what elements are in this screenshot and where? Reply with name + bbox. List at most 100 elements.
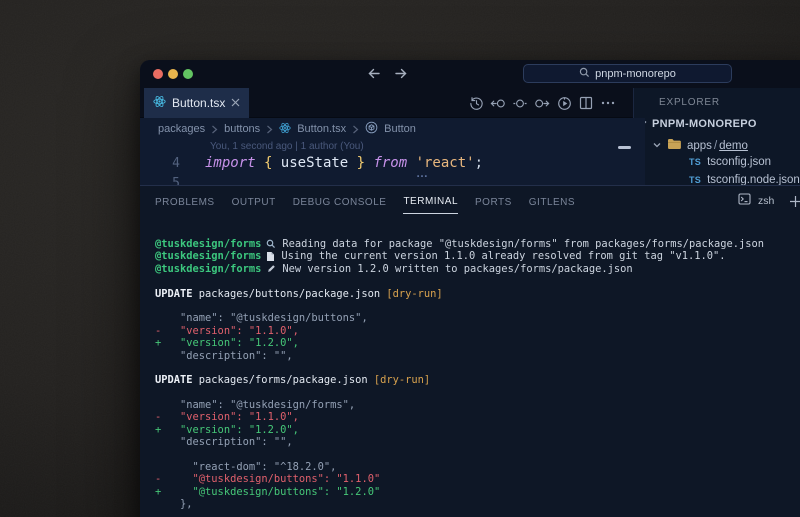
terminal-shell-icon bbox=[738, 192, 751, 210]
previous-change-icon[interactable] bbox=[490, 95, 506, 111]
more-actions-icon[interactable] bbox=[600, 95, 616, 111]
diff-line: "react-dom": "^18.2.0", bbox=[155, 461, 800, 473]
terminal-controls: zsh bbox=[738, 186, 800, 216]
tab-button-tsx[interactable]: Button.tsx bbox=[144, 88, 249, 118]
breadcrumb-file[interactable]: Button.tsx bbox=[297, 123, 346, 135]
compare-ring-icon[interactable] bbox=[512, 95, 528, 111]
line-number: 4 bbox=[140, 156, 188, 171]
shell-name[interactable]: zsh bbox=[758, 195, 774, 207]
diff-line: "description": "", bbox=[155, 350, 800, 362]
zoom-window-button[interactable] bbox=[183, 69, 193, 79]
tab-debug-console[interactable]: DEBUG CONSOLE bbox=[293, 189, 387, 214]
split-editor-icon[interactable] bbox=[578, 95, 594, 111]
log-message: Reading data for package "@tuskdesign/fo… bbox=[282, 238, 764, 250]
diff-line: "name": "@tuskdesign/buttons", bbox=[155, 312, 800, 324]
update-path: packages/buttons/package.json bbox=[199, 288, 380, 300]
close-icon[interactable] bbox=[231, 96, 240, 110]
typescript-icon: TS bbox=[689, 157, 701, 167]
update-heading: UPDATE packages/buttons/package.json [dr… bbox=[155, 288, 800, 300]
root-folder-label: PNPM-MONOREPO bbox=[652, 118, 757, 130]
diff-line: "name": "@tuskdesign/forms", bbox=[155, 399, 800, 411]
title-bar: pnpm-monorepo bbox=[140, 60, 800, 88]
file-label: tsconfig.node.json bbox=[707, 174, 800, 185]
tab-problems[interactable]: PROBLEMS bbox=[155, 189, 215, 214]
code-editor[interactable]: You, 1 second ago | 1 author (You) 4 imp… bbox=[140, 140, 645, 185]
token-open-brace: { bbox=[264, 155, 272, 171]
search-icon bbox=[579, 67, 590, 81]
code-text: import{useState}from'react'; bbox=[205, 155, 483, 171]
terminal-output: @tuskdesign/forms Reading data for packa… bbox=[155, 238, 800, 511]
update-label: UPDATE bbox=[155, 288, 193, 300]
fold-ellipsis: … bbox=[416, 166, 430, 180]
explorer-header: EXPLORER bbox=[659, 97, 720, 108]
tab-output[interactable]: OUTPUT bbox=[232, 189, 276, 214]
next-change-icon[interactable] bbox=[534, 95, 550, 111]
minimize-window-button[interactable] bbox=[168, 69, 178, 79]
back-arrow-icon[interactable] bbox=[367, 67, 381, 80]
typescript-icon: TS bbox=[689, 175, 701, 185]
scrollbar-thumb[interactable] bbox=[618, 146, 631, 149]
react-icon bbox=[153, 95, 166, 111]
document-icon bbox=[266, 251, 275, 262]
panel-tab-bar: PROBLEMS OUTPUT DEBUG CONSOLE TERMINAL P… bbox=[140, 186, 800, 216]
diff-line-removed: - "version": "1.1.0", bbox=[155, 411, 800, 423]
chevron-right-icon bbox=[352, 125, 359, 134]
path-slash: / bbox=[714, 140, 717, 152]
explorer-root-folder[interactable]: PNPM-MONOREPO bbox=[638, 118, 757, 130]
explorer-item-apps-demo[interactable]: apps/demo bbox=[652, 138, 748, 153]
update-heading: UPDATE packages/forms/package.json [dry-… bbox=[155, 374, 800, 386]
file-label: tsconfig.json bbox=[707, 156, 771, 168]
package-name: @tuskdesign/forms bbox=[155, 238, 261, 250]
history-icon[interactable] bbox=[468, 95, 484, 111]
package-name: @tuskdesign/forms bbox=[155, 263, 261, 275]
forward-arrow-icon[interactable] bbox=[394, 67, 408, 80]
history-nav bbox=[367, 67, 408, 80]
new-terminal-icon[interactable] bbox=[789, 195, 800, 208]
command-center-search[interactable]: pnpm-monorepo bbox=[523, 64, 732, 83]
log-message: Using the current version 1.1.0 already … bbox=[281, 250, 725, 262]
update-path: packages/forms/package.json bbox=[199, 374, 368, 386]
breadcrumb-symbol[interactable]: Button bbox=[384, 123, 416, 135]
close-window-button[interactable] bbox=[153, 69, 163, 79]
chevron-right-icon bbox=[211, 125, 218, 134]
diff-line-removed: - "@tuskdesign/buttons": "1.1.0" bbox=[155, 473, 800, 485]
chevron-down-icon bbox=[652, 140, 662, 152]
line-number: 5 bbox=[140, 176, 188, 185]
diff-line: }, bbox=[155, 498, 800, 510]
run-code-icon[interactable] bbox=[556, 95, 572, 111]
terminal-log-line: @tuskdesign/forms Using the current vers… bbox=[155, 250, 800, 262]
token-close-brace: } bbox=[357, 155, 365, 171]
explorer-sidebar: EXPLORER PNPM-MONOREPO apps/demo TS tsco… bbox=[633, 88, 800, 185]
dry-run-badge: [dry-run] bbox=[386, 288, 442, 300]
bottom-panel: PROBLEMS OUTPUT DEBUG CONSOLE TERMINAL P… bbox=[140, 185, 800, 517]
folder-prefix: apps bbox=[687, 140, 712, 152]
pencil-icon bbox=[266, 264, 276, 274]
diff-line-added: + "@tuskdesign/buttons": "1.2.0" bbox=[155, 486, 800, 498]
tab-gitlens[interactable]: GITLENS bbox=[529, 189, 575, 214]
tab-label: Button.tsx bbox=[172, 96, 225, 110]
diff-line: "description": "", bbox=[155, 436, 800, 448]
breadcrumb-buttons[interactable]: buttons bbox=[224, 123, 260, 135]
update-label: UPDATE bbox=[155, 374, 193, 386]
explorer-item-tsconfig[interactable]: TS tsconfig.json bbox=[689, 156, 771, 168]
git-blame-annotation: You, 1 second ago | 1 author (You) bbox=[210, 141, 364, 152]
window-controls bbox=[153, 69, 193, 79]
react-icon bbox=[279, 122, 291, 137]
dry-run-badge: [dry-run] bbox=[374, 374, 430, 386]
diff-line-removed: - "version": "1.1.0", bbox=[155, 325, 800, 337]
breadcrumb-packages[interactable]: packages bbox=[158, 123, 205, 135]
token-from: from bbox=[373, 155, 407, 171]
tab-terminal[interactable]: TERMINAL bbox=[403, 188, 458, 214]
explorer-item-tsconfig-node[interactable]: TS tsconfig.node.json bbox=[689, 174, 800, 185]
log-message: New version 1.2.0 written to packages/fo… bbox=[282, 263, 632, 275]
magnifier-icon bbox=[266, 239, 276, 249]
code-line[interactable]: 4 import{useState}from'react'; bbox=[140, 152, 645, 174]
vscode-window: pnpm-monorepo Button.tsx bbox=[140, 60, 800, 517]
code-line-partial[interactable]: 5 bbox=[140, 176, 645, 185]
symbol-cube-icon bbox=[365, 121, 378, 137]
tab-ports[interactable]: PORTS bbox=[475, 189, 512, 214]
token-usestate: useState bbox=[281, 155, 348, 171]
token-semicolon: ; bbox=[475, 155, 483, 171]
chevron-right-icon bbox=[266, 125, 273, 134]
package-name: @tuskdesign/forms bbox=[155, 250, 261, 262]
